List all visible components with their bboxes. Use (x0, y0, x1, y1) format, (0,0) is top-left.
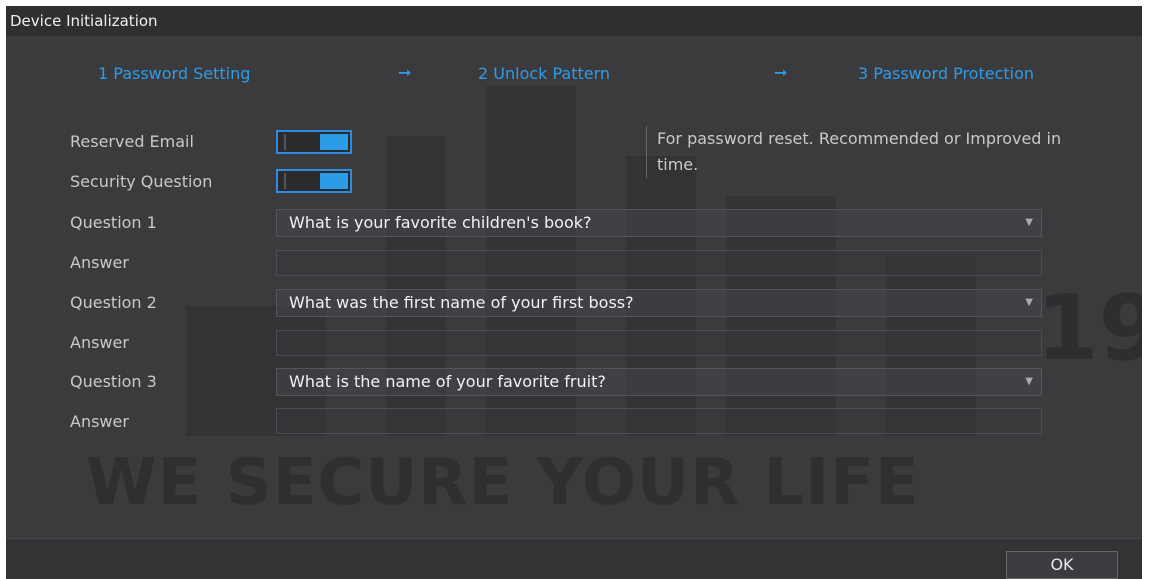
toggle-knob (320, 134, 348, 150)
device-initialization-window: 19 WE SECURE YOUR LIFE Device Initializa… (6, 6, 1142, 579)
question-1-select[interactable]: What is your favorite children's book? ▼ (276, 209, 1042, 237)
reserved-email-label: Reserved Email (70, 132, 194, 151)
step-unlock-pattern[interactable]: 2 Unlock Pattern (478, 64, 610, 83)
dialog-footer: OK (6, 538, 1142, 579)
security-question-toggle[interactable] (276, 169, 352, 193)
question-2-select[interactable]: What was the first name of your first bo… (276, 289, 1042, 317)
question-1-value: What is your favorite children's book? (289, 213, 592, 232)
answer-1-label: Answer (70, 253, 129, 272)
watermark-slogan: WE SECURE YOUR LIFE (86, 446, 920, 520)
question-3-value: What is the name of your favorite fruit? (289, 372, 606, 391)
question-3-label: Question 3 (70, 372, 157, 391)
step-password-setting[interactable]: 1 Password Setting (98, 64, 250, 83)
window-title: Device Initialization (6, 6, 1142, 36)
answer-2-input[interactable] (276, 330, 1042, 356)
chevron-down-icon: ▼ (1025, 297, 1033, 308)
answer-3-label: Answer (70, 412, 129, 431)
step-password-protection[interactable]: 3 Password Protection (858, 64, 1034, 83)
security-question-label: Security Question (70, 172, 213, 191)
answer-3-input[interactable] (276, 408, 1042, 434)
toggle-knob (320, 173, 348, 189)
watermark-number: 19 (1036, 276, 1142, 381)
question-2-label: Question 2 (70, 293, 157, 312)
answer-2-label: Answer (70, 333, 129, 352)
reserved-email-toggle[interactable] (276, 130, 352, 154)
arrow-right-icon: ➞ (398, 63, 412, 82)
answer-1-input[interactable] (276, 250, 1042, 276)
password-reset-hint: For password reset. Recommended or Impro… (646, 126, 1097, 178)
arrow-right-icon: ➞ (774, 63, 788, 82)
chevron-down-icon: ▼ (1025, 217, 1033, 228)
question-2-value: What was the first name of your first bo… (289, 293, 634, 312)
chevron-down-icon: ▼ (1025, 376, 1033, 387)
question-3-select[interactable]: What is the name of your favorite fruit?… (276, 368, 1042, 396)
question-1-label: Question 1 (70, 213, 157, 232)
ok-button[interactable]: OK (1006, 551, 1118, 579)
